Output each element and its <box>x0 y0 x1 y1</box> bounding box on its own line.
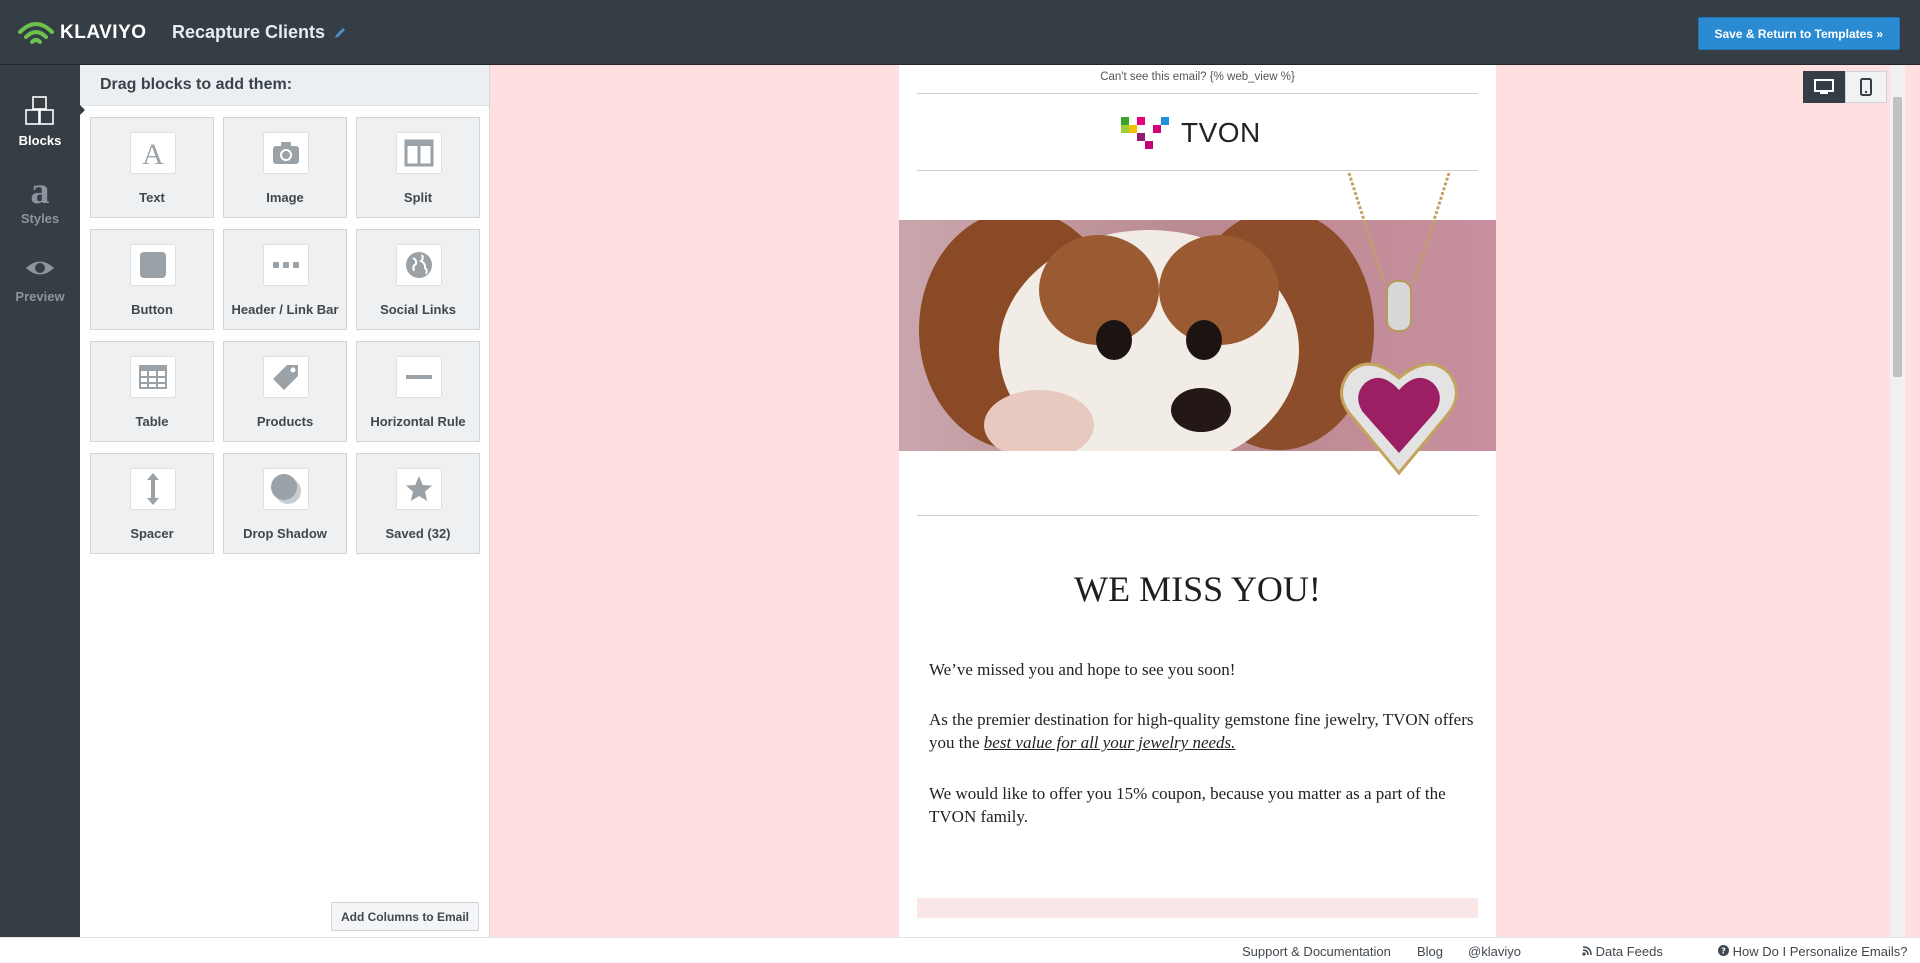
scroll-thumb[interactable] <box>1893 97 1902 377</box>
email-paragraph-3[interactable]: We would like to offer you 15% coupon, b… <box>929 782 1474 828</box>
block-label: Spacer <box>130 526 174 541</box>
campaign-title[interactable]: Recapture Clients <box>172 22 347 43</box>
shadow-icon <box>263 468 309 510</box>
tvon-logo[interactable]: TVON <box>1121 115 1261 151</box>
footer-bar: Support & Documentation Blog @klaviyo Da… <box>0 937 1920 963</box>
table-icon <box>130 356 176 398</box>
block-header-link-bar[interactable]: Header / Link Bar <box>223 229 347 330</box>
campaign-title-text: Recapture Clients <box>172 22 326 42</box>
footer-link-label: Data Feeds <box>1595 944 1663 959</box>
desktop-view-button[interactable] <box>1803 71 1845 103</box>
heart-pendant-image <box>1340 173 1458 476</box>
brand-name: KLAVIYO <box>60 22 147 43</box>
rail-label: Preview <box>15 289 65 304</box>
coupon-block[interactable] <box>917 898 1478 918</box>
canvas-scrollbar[interactable] <box>1890 65 1905 937</box>
rail-item-preview[interactable]: Preview <box>0 251 80 321</box>
block-label: Social Links <box>380 302 456 317</box>
desktop-icon <box>1814 79 1834 94</box>
rail-item-styles[interactable]: a Styles <box>0 173 80 243</box>
footer-link-twitter[interactable]: @klaviyo <box>1468 944 1521 959</box>
block-products[interactable]: Products <box>223 341 347 442</box>
svg-text:a: a <box>31 173 50 207</box>
star-icon <box>396 468 442 510</box>
value-link[interactable]: best value for all your jewelry needs. <box>984 733 1236 752</box>
rule-icon <box>396 356 442 398</box>
split-icon <box>396 132 442 174</box>
globe-icon <box>396 244 442 286</box>
add-columns-button[interactable]: Add Columns to Email <box>330 902 479 931</box>
button-icon <box>130 244 176 286</box>
rss-icon <box>1582 946 1592 956</box>
styles-icon: a <box>31 173 50 207</box>
block-drop-shadow[interactable]: Drop Shadow <box>223 453 347 554</box>
pencil-icon[interactable] <box>333 26 347 40</box>
mobile-icon <box>1860 78 1872 96</box>
email-preview[interactable]: Can't see this email? {% web_view %} TVO… <box>899 65 1496 937</box>
email-paragraph-2[interactable]: As the premier destination for high-qual… <box>929 708 1474 754</box>
tag-icon <box>263 356 309 398</box>
block-image[interactable]: Image <box>223 117 347 218</box>
svg-text:?: ? <box>1721 947 1726 956</box>
footer-link-blog[interactable]: Blog <box>1417 944 1443 959</box>
block-label: Button <box>131 302 173 317</box>
svg-text:A: A <box>142 138 164 168</box>
rail-label: Styles <box>20 211 60 226</box>
blocks-icon <box>25 96 54 125</box>
tvon-mosaic-icon <box>1121 117 1169 149</box>
block-label: Text <box>139 190 165 205</box>
block-button[interactable]: Button <box>90 229 214 330</box>
block-label: Horizontal Rule <box>370 414 466 429</box>
block-text[interactable]: A Text <box>90 117 214 218</box>
block-table[interactable]: Table <box>90 341 214 442</box>
eye-icon <box>26 261 54 275</box>
footer-link-label: How Do I Personalize Emails? <box>1732 944 1908 959</box>
block-split[interactable]: Split <box>356 117 480 218</box>
block-spacer[interactable]: Spacer <box>90 453 214 554</box>
divider <box>917 170 1478 171</box>
block-label: Products <box>256 414 314 429</box>
text-icon: A <box>130 132 176 174</box>
divider <box>917 93 1478 94</box>
top-bar: KLAVIYO Recapture Clients Save & Return … <box>0 0 1920 65</box>
block-label: Image <box>266 190 304 205</box>
email-canvas: Can't see this email? {% web_view %} TVO… <box>491 65 1905 937</box>
block-label: Saved (32) <box>385 526 451 541</box>
webview-link[interactable]: Can't see this email? {% web_view %} <box>899 71 1496 83</box>
rail-label: Blocks <box>18 133 62 148</box>
save-return-button[interactable]: Save & Return to Templates » <box>1697 17 1900 50</box>
block-label: Drop Shadow <box>243 526 327 541</box>
block-horizontal-rule[interactable]: Horizontal Rule <box>356 341 480 442</box>
tvon-brand-text: TVON <box>1181 117 1261 148</box>
footer-link-support[interactable]: Support & Documentation <box>1242 944 1391 959</box>
device-toggle <box>1803 71 1887 103</box>
mobile-view-button[interactable] <box>1845 71 1887 103</box>
rail-item-blocks[interactable]: Blocks <box>0 95 80 165</box>
camera-icon <box>263 132 309 174</box>
block-label: Table <box>135 414 169 429</box>
block-label: Header / Link Bar <box>231 302 339 317</box>
question-icon: ? <box>1718 945 1729 956</box>
block-label: Split <box>403 190 433 205</box>
email-headline[interactable]: WE MISS YOU! <box>899 568 1496 610</box>
spacer-icon <box>130 468 176 510</box>
block-social-links[interactable]: Social Links <box>356 229 480 330</box>
divider <box>917 515 1478 516</box>
footer-link-data-feeds[interactable]: Data Feeds <box>1582 944 1663 959</box>
email-paragraph-1[interactable]: We’ve missed you and hope to see you soo… <box>929 658 1474 681</box>
panel-header: Drag blocks to add them: <box>80 65 489 106</box>
hero-image[interactable] <box>899 173 1496 476</box>
footer-link-personalize-help[interactable]: ? How Do I Personalize Emails? <box>1718 944 1907 959</box>
dots-icon <box>263 244 309 286</box>
blocks-panel: Drag blocks to add them: A Text Image Sp… <box>80 65 490 937</box>
left-rail: Blocks a Styles Preview <box>0 65 85 937</box>
klaviyo-logo[interactable]: KLAVIYO <box>16 18 147 48</box>
block-saved[interactable]: Saved (32) <box>356 453 480 554</box>
wifi-logo-icon <box>18 22 54 44</box>
rail-pointer <box>78 103 85 117</box>
